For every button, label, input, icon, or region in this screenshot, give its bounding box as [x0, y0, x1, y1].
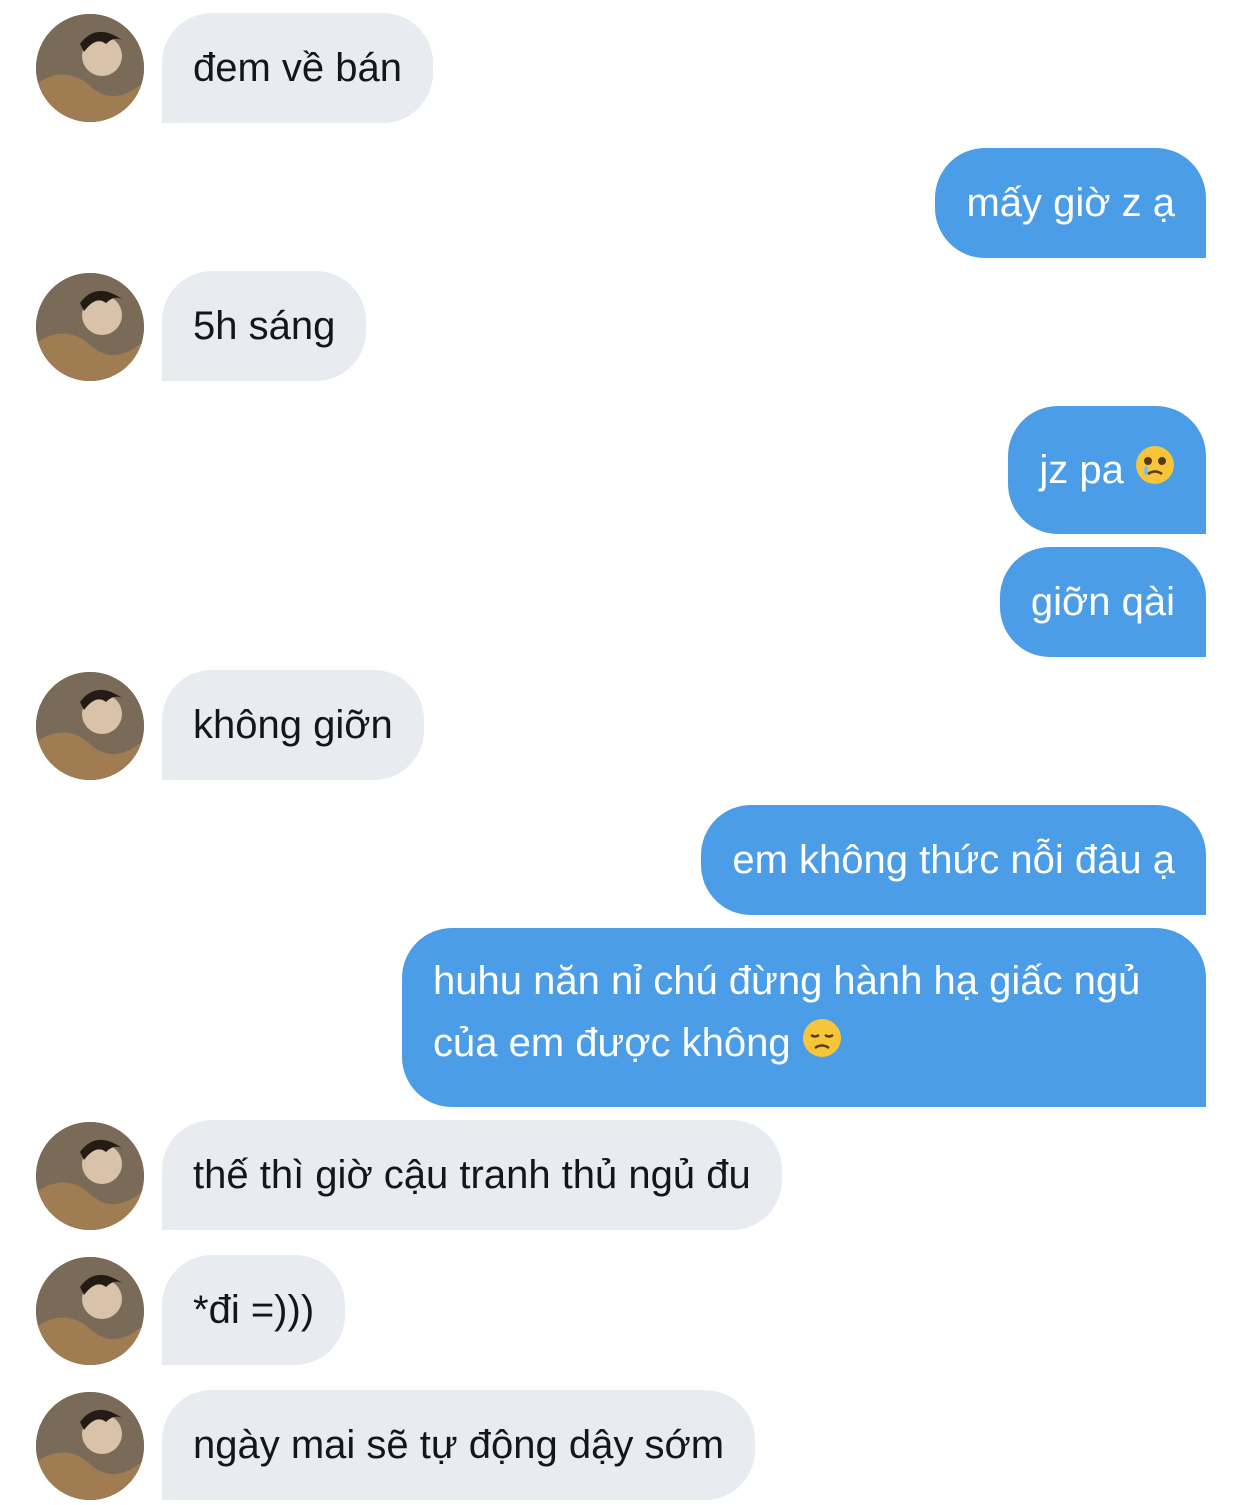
message-bubble-outgoing[interactable]: jz pa: [1008, 406, 1206, 534]
message-bubble-outgoing[interactable]: huhu năn nỉ chú đừng hành hạ giấc ngủ củ…: [402, 928, 1206, 1107]
message-bubble-outgoing[interactable]: em không thức nỗi đâu ạ: [701, 805, 1206, 915]
contact-avatar[interactable]: [36, 273, 144, 381]
message-bubble-incoming[interactable]: không giỡn: [162, 670, 424, 780]
message-bubble-incoming[interactable]: 5h sáng: [162, 271, 367, 381]
contact-avatar[interactable]: [36, 1257, 144, 1365]
contact-avatar[interactable]: [36, 1392, 144, 1500]
contact-avatar[interactable]: [36, 672, 144, 780]
message-bubble-incoming[interactable]: thế thì giờ cậu tranh thủ ngủ đu: [162, 1120, 782, 1230]
message-bubble-incoming[interactable]: ngày mai sẽ tự động dậy sớm: [162, 1390, 756, 1500]
face-holding-back-tears-icon: [1135, 441, 1175, 503]
message-bubble-outgoing[interactable]: giỡn qài: [999, 547, 1206, 657]
contact-avatar[interactable]: [36, 14, 144, 122]
disappointed-face-icon: [802, 1014, 842, 1076]
message-bubble-incoming[interactable]: đem về bán: [162, 13, 434, 123]
message-bubble-incoming[interactable]: *đi =))): [162, 1255, 346, 1365]
message-bubble-outgoing[interactable]: mấy giờ z ạ: [935, 148, 1206, 258]
message-text: jz pa: [1039, 448, 1124, 492]
message-text: huhu năn nỉ chú đừng hành hạ giấc ngủ củ…: [433, 959, 1141, 1065]
contact-avatar[interactable]: [36, 1122, 144, 1230]
